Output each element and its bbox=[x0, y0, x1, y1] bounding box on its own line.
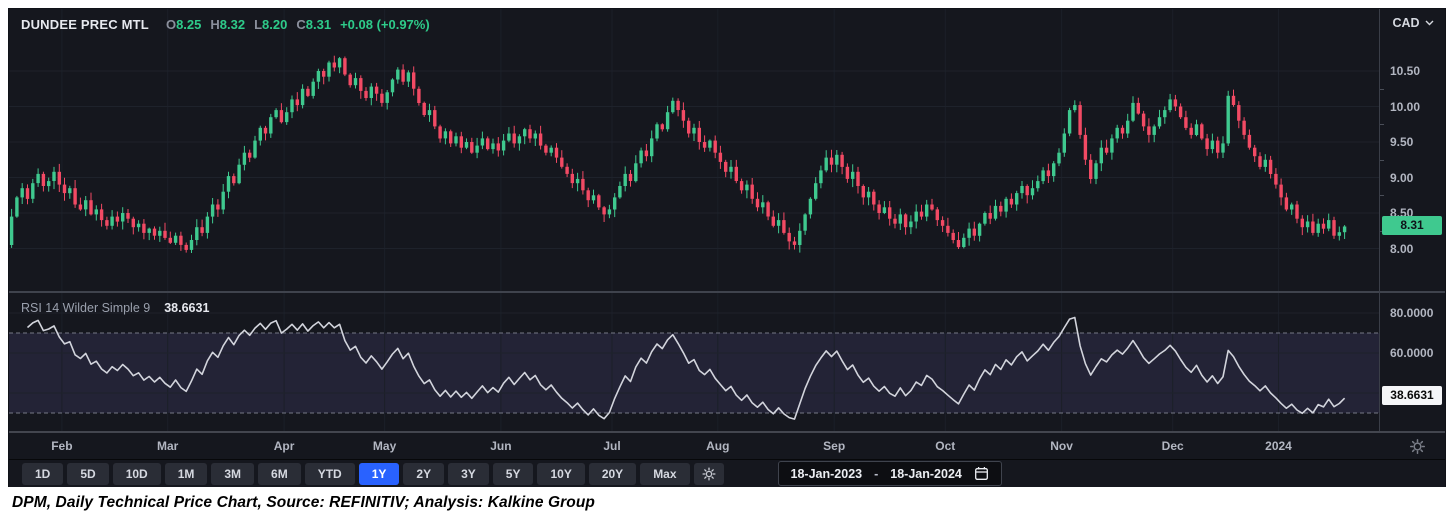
month-label: Dec bbox=[1161, 439, 1184, 453]
price-minor-tick bbox=[1380, 195, 1384, 197]
rsi-indicator-label[interactable]: RSI 14 Wilder Simple 9 bbox=[21, 301, 150, 315]
price-tick: 10.00 bbox=[1390, 99, 1421, 114]
price-tick: 10.50 bbox=[1390, 64, 1421, 78]
range-button-10y[interactable]: 10Y bbox=[537, 462, 585, 485]
month-label: Jun bbox=[490, 439, 512, 453]
range-button-max[interactable]: Max bbox=[640, 462, 690, 485]
rsi-pane[interactable]: RSI 14 Wilder Simple 9 38.6631 bbox=[9, 293, 1379, 431]
ohlc-values: O8.25 H8.32 L8.20 C8.31 bbox=[166, 17, 331, 32]
month-label: Apr bbox=[273, 439, 295, 453]
symbol-header: DUNDEE PREC MTL O8.25 H8.32 L8.20 C8.31 +0.… bbox=[21, 17, 430, 32]
date-separator: - bbox=[874, 466, 879, 481]
range-button-1m[interactable]: 1M bbox=[164, 462, 208, 485]
range-button-ytd[interactable]: YTD bbox=[304, 462, 355, 485]
time-axis[interactable]: Feb Mar Apr May Jun Jul Aug Sep Oct Nov Dec 2024 bbox=[9, 431, 1445, 459]
month-label: Mar bbox=[157, 439, 179, 453]
change-value: +0.08 (+0.97%) bbox=[340, 17, 430, 32]
month-label: 2024 bbox=[1265, 439, 1292, 453]
chevron-down-icon bbox=[1425, 20, 1434, 26]
chart-caption: DPM, Daily Technical Price Chart, Source… bbox=[12, 494, 595, 511]
range-button-6m[interactable]: 6M bbox=[258, 462, 301, 485]
calendar-icon bbox=[974, 467, 988, 480]
rsi-header: RSI 14 Wilder Simple 9 38.6631 bbox=[21, 301, 209, 315]
price-pane[interactable]: DUNDEE PREC MTL O8.25 H8.32 L8.20 C8.31 +0.… bbox=[9, 9, 1379, 291]
price-minor-tick bbox=[1380, 159, 1384, 161]
rsi-chart[interactable] bbox=[9, 293, 1379, 431]
range-button-1d[interactable]: 1D bbox=[22, 462, 64, 485]
price-tick: 8.00 bbox=[1390, 241, 1414, 256]
ohlc-o: O8.25 bbox=[165, 17, 202, 32]
date-from: 18-Jan-2023 bbox=[790, 466, 863, 481]
range-button-10d[interactable]: 10D bbox=[112, 462, 161, 485]
rsi-current-value: 38.6631 bbox=[164, 301, 210, 315]
date-range-picker[interactable]: 18-Jan-2023 - 18-Jan-2024 bbox=[777, 461, 1002, 486]
range-buttons: 1D 5D 10D 1M 3M 6M YTD 1Y 2Y 3Y 5Y 10Y 20Y Max bbox=[22, 462, 694, 485]
interval-settings-button[interactable] bbox=[693, 462, 724, 485]
ohlc-l: L8.20 bbox=[254, 17, 288, 32]
gear-icon bbox=[701, 466, 716, 481]
last-price-badge: 8.31 bbox=[1382, 216, 1442, 236]
month-labels: Feb Mar Apr May Jun Jul Aug Sep Oct Nov Dec 2024 bbox=[9, 433, 1379, 459]
month-label: Aug bbox=[706, 439, 730, 453]
ohlc-c: C8.31 bbox=[296, 17, 332, 32]
ohlc-h: H8.32 bbox=[210, 17, 246, 32]
range-button-5d[interactable]: 5D bbox=[67, 462, 109, 485]
price-minor-tick bbox=[1380, 124, 1384, 126]
rsi-value-badge: 38.6631 bbox=[1382, 385, 1442, 405]
price-minor-tick bbox=[1380, 88, 1384, 90]
symbol-name: DUNDEE PREC MTL bbox=[21, 17, 149, 32]
price-tick: 9.50 bbox=[1390, 135, 1414, 149]
range-button-1y[interactable]: 1Y bbox=[358, 462, 400, 485]
rsi-tick: 60.0000 bbox=[1390, 346, 1434, 360]
month-label: Jul bbox=[603, 439, 621, 453]
currency-dropdown[interactable]: CAD bbox=[1380, 16, 1446, 30]
range-toolbar: 1D 5D 10D 1M 3M 6M YTD 1Y 2Y 3Y 5Y 10Y 20Y Max 18-Jan… bbox=[9, 459, 1445, 487]
range-button-3y[interactable]: 3Y bbox=[448, 462, 489, 485]
chart-widget: DUNDEE PREC MTL O8.25 H8.32 L8.20 C8.31 +0.… bbox=[8, 8, 1446, 487]
range-button-20y[interactable]: 20Y bbox=[588, 462, 637, 485]
axis-settings-gear-icon[interactable] bbox=[1410, 439, 1425, 454]
candlestick-chart[interactable] bbox=[9, 9, 1379, 291]
month-label: Feb bbox=[51, 439, 73, 453]
month-label: May bbox=[372, 439, 397, 453]
price-tick: 9.00 bbox=[1390, 170, 1414, 185]
month-label: Oct bbox=[935, 439, 956, 453]
range-button-3m[interactable]: 3M bbox=[211, 462, 255, 485]
range-button-5y[interactable]: 5Y bbox=[492, 462, 534, 485]
month-label: Sep bbox=[823, 439, 846, 453]
range-button-2y[interactable]: 2Y bbox=[403, 462, 445, 485]
price-axis[interactable]: CAD 10.50 10.00 9.50 9.00 8.50 8.00 80.0000 60… bbox=[1379, 9, 1446, 431]
date-to: 18-Jan-2024 bbox=[890, 466, 962, 481]
month-label: Nov bbox=[1050, 439, 1073, 453]
currency-label: CAD bbox=[1392, 16, 1420, 30]
rsi-tick: 80.0000 bbox=[1390, 306, 1434, 320]
